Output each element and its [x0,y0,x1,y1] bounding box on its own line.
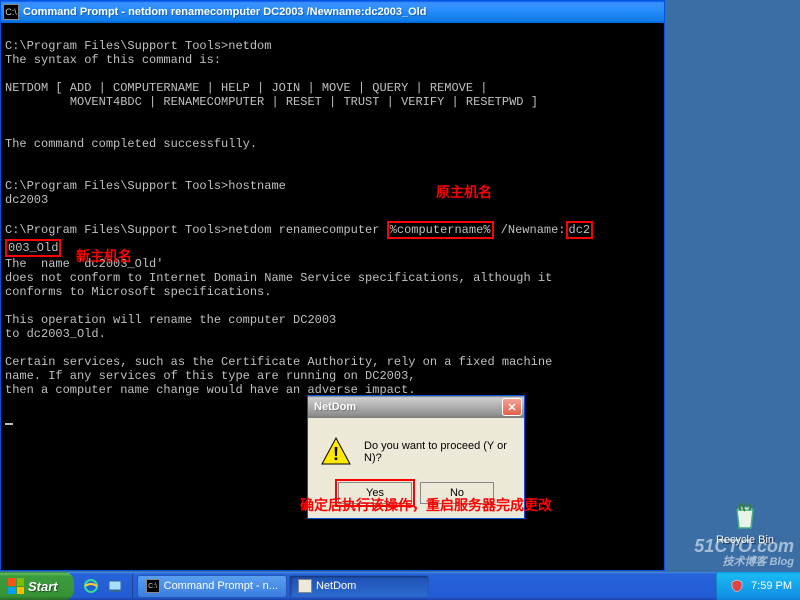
start-button[interactable]: Start [0,572,74,600]
start-label: Start [28,579,58,594]
cmd-line: name. If any services of this type are r… [5,369,660,383]
watermark: 51CTO.com 技术博客 Blog [694,538,794,570]
cmd-line: conforms to Microsoft specifications. [5,285,660,299]
cmd-line: C:\Program Files\Support Tools>netdom re… [5,221,660,239]
annotation-confirm: 确定后执行该操作，重启服务器完成更改 [300,495,552,515]
security-tray-icon[interactable] [729,578,745,594]
dialog-message: Do you want to proceed (Y or N)? [364,440,512,464]
windows-logo-icon [8,578,24,594]
cmd-line: The command completed successfully. [5,137,660,151]
quick-launch [74,574,133,598]
cursor [5,423,13,425]
newname-part2: 003_Old [5,239,61,257]
cmd-line: does not conform to Internet Domain Name… [5,271,660,285]
cmd-line: This operation will rename the computer … [5,313,660,327]
warning-icon: ! [320,436,352,468]
cmd-line: The syntax of this command is: [5,53,660,67]
close-button[interactable]: ✕ [502,398,522,416]
cmd-line: MOVENT4BDC | RENAMECOMPUTER | RESET | TR… [5,95,660,109]
cmd-title: Command Prompt - netdom renamecomputer D… [23,6,662,18]
system-tray: 7:59 PM [716,572,800,600]
taskbar: Start C:\ Command Prompt - n... NetDom 7… [0,572,800,600]
dialog-task-icon [298,579,312,593]
show-desktop-icon[interactable] [104,575,126,597]
recycle-bin-image [729,500,761,532]
svg-text:!: ! [333,444,339,464]
taskbar-netdom-button[interactable]: NetDom [289,575,429,598]
clock[interactable]: 7:59 PM [751,580,792,592]
cmd-line: C:\Program Files\Support Tools>hostname [5,179,660,193]
cmd-line: NETDOM [ ADD | COMPUTERNAME | HELP | JOI… [5,81,660,95]
cmd-task-icon: C:\ [146,579,160,593]
task-buttons: C:\ Command Prompt - n... NetDom [133,575,433,598]
cmd-titlebar[interactable]: C:\ Command Prompt - netdom renamecomput… [1,1,664,23]
dialog-titlebar[interactable]: NetDom ✕ [308,396,524,418]
ie-icon[interactable] [80,575,102,597]
cmd-line: dc2003 [5,193,660,207]
cmd-line: Certain services, such as the Certificat… [5,355,660,369]
taskbar-cmd-button[interactable]: C:\ Command Prompt - n... [137,575,287,598]
annotation-new-host: 新主机名 [76,251,132,265]
cmd-icon: C:\ [3,4,19,20]
dialog-title: NetDom [310,401,502,413]
annotation-orig-host: 原主机名 [436,187,492,201]
dialog-body: ! Do you want to proceed (Y or N)? [308,418,524,482]
newname-part1: dc2 [566,221,594,239]
cmd-line: C:\Program Files\Support Tools>netdom [5,39,660,53]
cmd-line: to dc2003_Old. [5,327,660,341]
computername-placeholder: %computername% [387,221,494,239]
